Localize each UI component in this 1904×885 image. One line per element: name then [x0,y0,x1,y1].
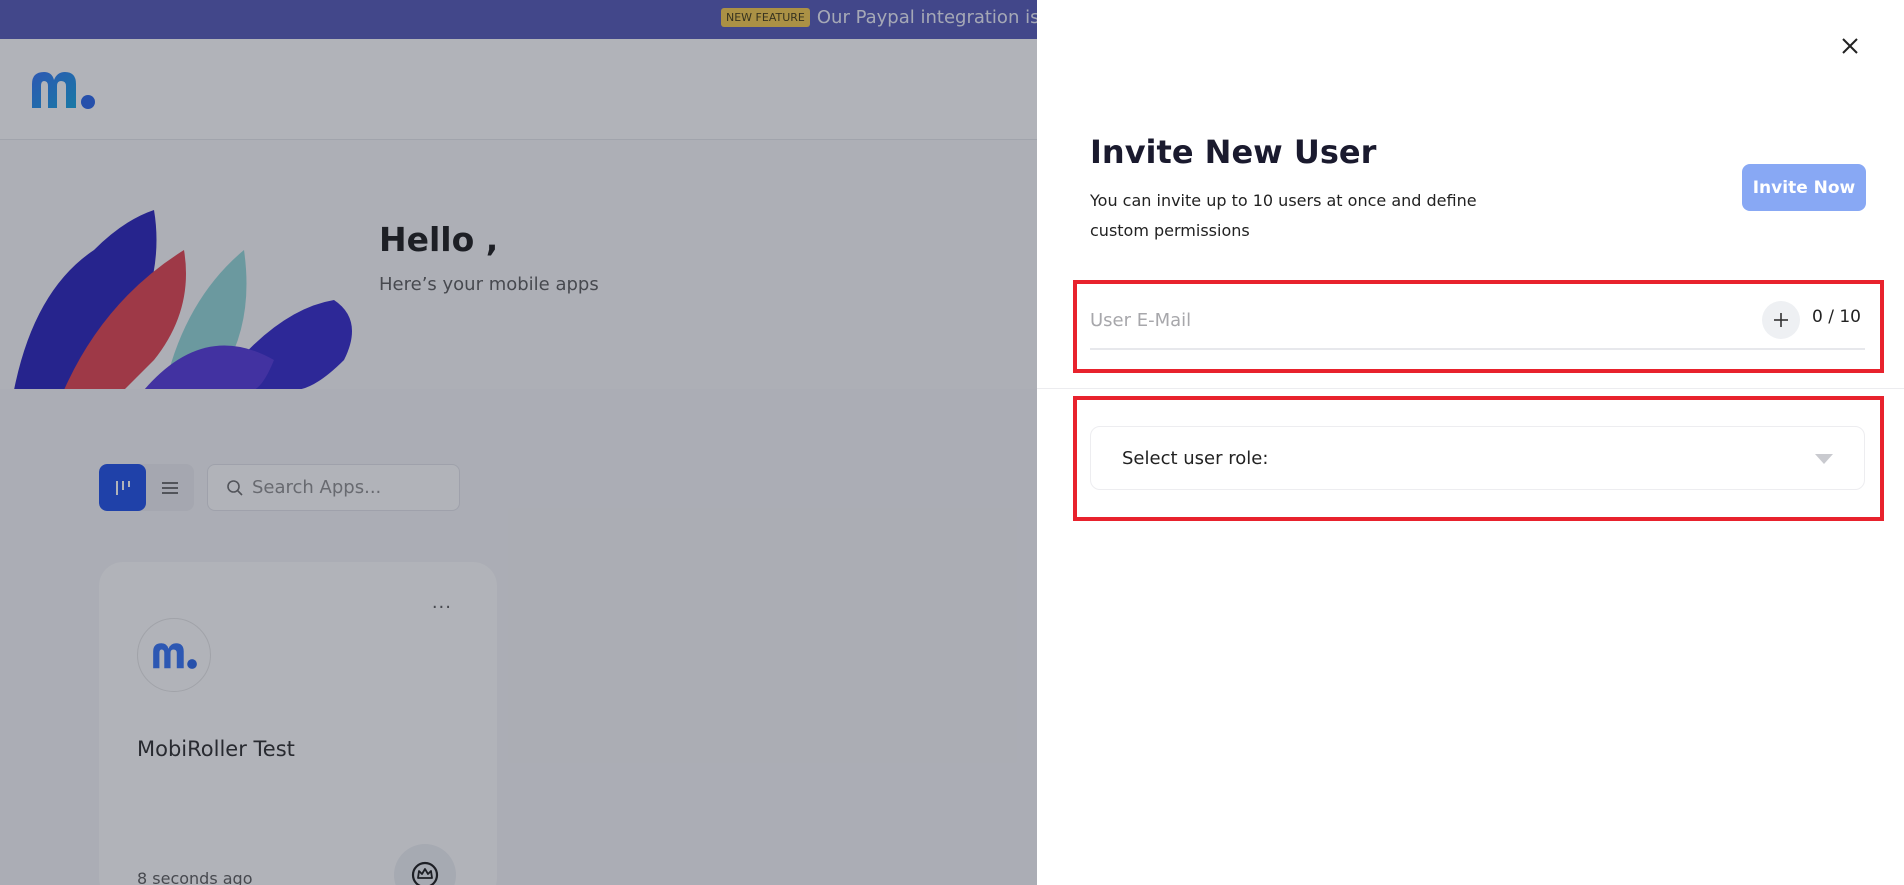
email-highlight-box [1073,280,1884,373]
modal-backdrop[interactable] [0,0,1037,885]
role-highlight-box [1073,396,1884,521]
drawer-title: Invite New User [1090,133,1377,171]
drawer-description: You can invite up to 10 users at once an… [1090,191,1477,240]
section-divider [1037,388,1904,389]
close-icon [1842,38,1858,54]
close-button[interactable] [1837,33,1863,59]
invite-now-button[interactable]: Invite Now [1742,164,1866,211]
